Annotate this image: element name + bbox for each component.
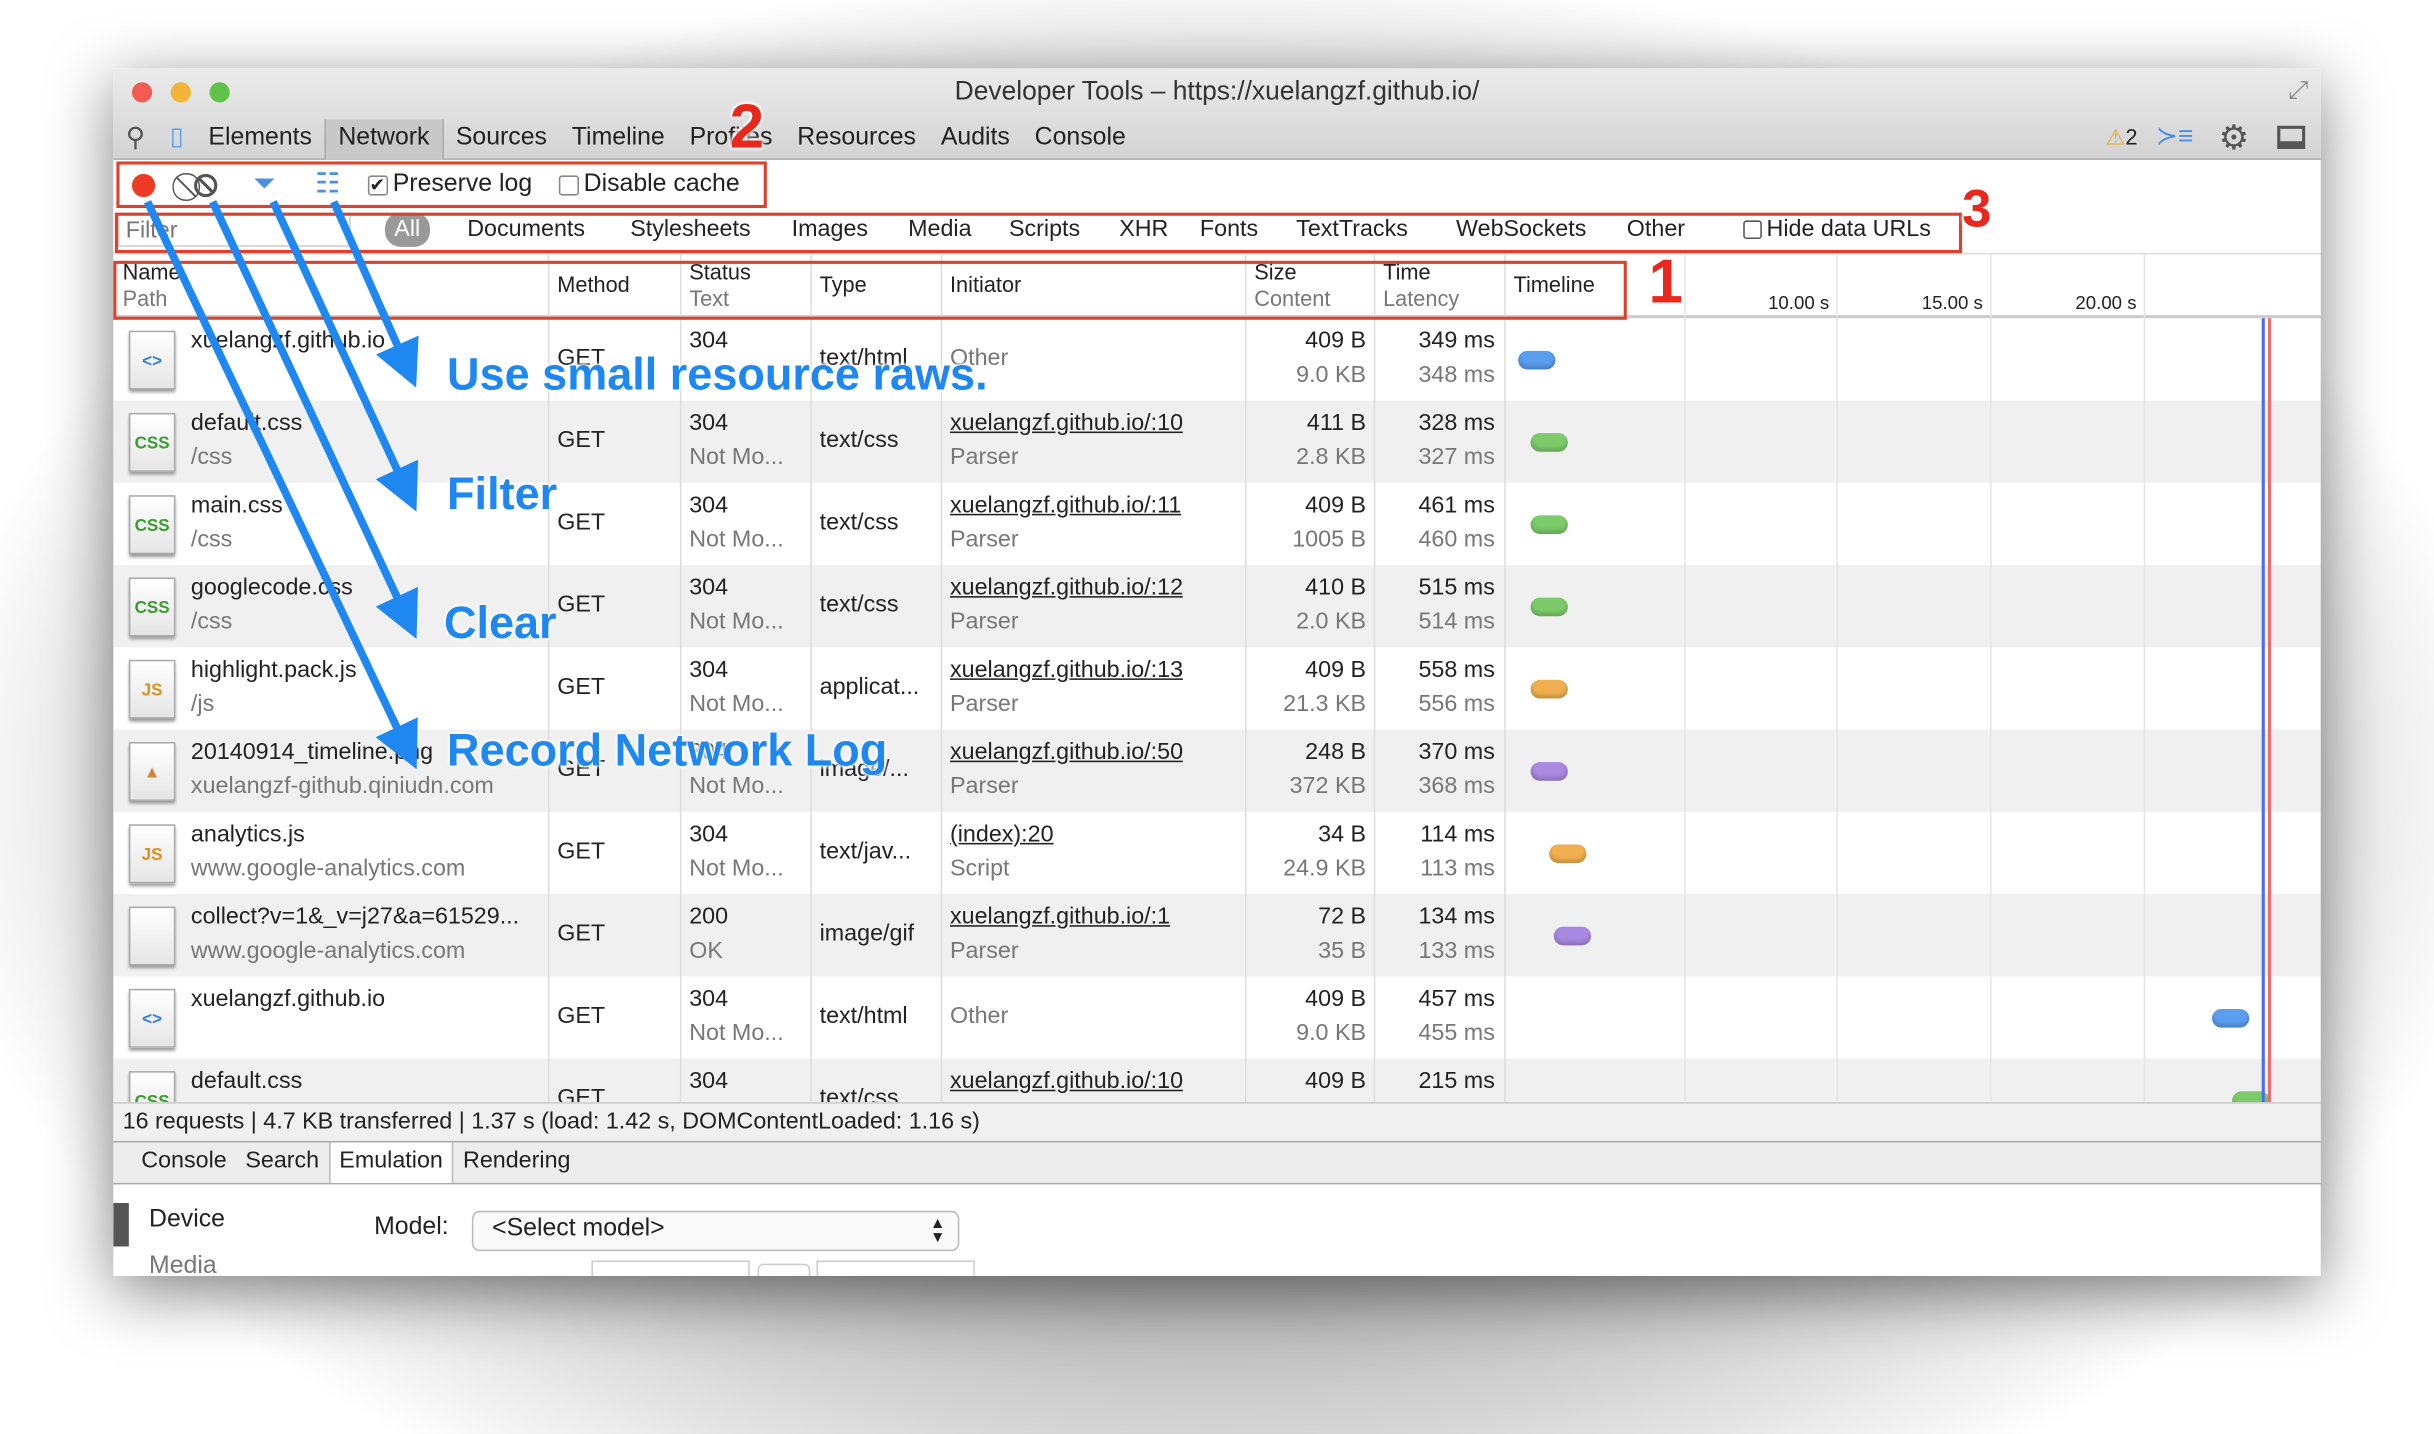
screenshot: Developer Tools – https://xuelangzf.gith… <box>0 0 2434 1434</box>
annotation-label: Record Network Log <box>447 726 888 777</box>
arrow-filter <box>269 200 419 512</box>
arrow-small-rows <box>330 200 419 388</box>
annotation-label: Filter <box>447 470 558 521</box>
annotation-arrows <box>143 200 419 770</box>
annotation-label: Clear <box>443 599 557 649</box>
arrow-clear <box>209 200 418 639</box>
annotation-label: Use small resource raws. <box>447 350 988 401</box>
